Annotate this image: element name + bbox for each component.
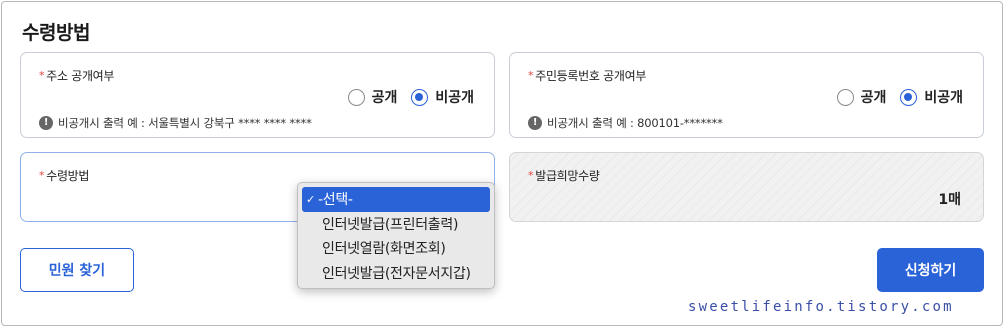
radio-unchecked-icon[interactable] bbox=[347, 88, 365, 106]
address-disclosure-card: * 주소 공개여부 공개 비공개 ! 비공개시 출력 예 : 서울특별시 강북구 … bbox=[20, 52, 495, 138]
apply-button[interactable]: 신청하기 bbox=[877, 248, 984, 292]
watermark-text: sweetlifeinfo.tistory.com bbox=[688, 299, 954, 315]
resident-disclosure-card: * 주민등록번호 공개여부 공개 비공개 ! 비공개시 출력 예 : 800101… bbox=[509, 52, 984, 138]
dropdown-option-internet-view[interactable]: 인터넷열람(화면조회) bbox=[302, 236, 490, 261]
address-private-radio[interactable]: 비공개 bbox=[411, 87, 474, 107]
radio-unchecked-icon[interactable] bbox=[836, 88, 854, 106]
quantity-label: * 발급희망수량 bbox=[528, 169, 600, 183]
info-icon: ! bbox=[528, 116, 542, 130]
address-public-radio[interactable]: 공개 bbox=[347, 87, 397, 107]
section-title: 수령방법 bbox=[22, 22, 90, 44]
resident-radio-group: 공개 비공개 bbox=[836, 87, 963, 107]
info-icon: ! bbox=[39, 116, 53, 130]
address-radio-group: 공개 비공개 bbox=[347, 87, 474, 107]
address-disclosure-label: * 주소 공개여부 bbox=[39, 69, 115, 83]
resident-public-radio[interactable]: 공개 bbox=[836, 87, 886, 107]
quantity-value: 1매 bbox=[938, 192, 961, 208]
radio-checked-icon[interactable] bbox=[411, 88, 429, 106]
dropdown-option-select[interactable]: ✓ -선택- bbox=[302, 187, 490, 212]
resident-notice: ! 비공개시 출력 예 : 800101-******* bbox=[528, 115, 723, 131]
required-mark: * bbox=[39, 169, 45, 182]
find-civil-service-button[interactable]: 민원 찾기 bbox=[20, 248, 134, 292]
required-mark: * bbox=[528, 169, 534, 182]
required-mark: * bbox=[528, 69, 534, 82]
required-mark: * bbox=[39, 69, 45, 82]
resident-disclosure-label: * 주민등록번호 공개여부 bbox=[528, 69, 647, 83]
dropdown-option-internet-wallet[interactable]: 인터넷발급(전자문서지갑) bbox=[302, 261, 490, 286]
resident-private-radio[interactable]: 비공개 bbox=[900, 87, 963, 107]
address-notice: ! 비공개시 출력 예 : 서울특별시 강북구 **** **** **** bbox=[39, 115, 312, 131]
check-icon: ✓ bbox=[306, 192, 315, 206]
receipt-method-dropdown: ✓ -선택- 인터넷발급(프린터출력) 인터넷열람(화면조회) 인터넷발급(전자… bbox=[297, 182, 495, 289]
receipt-method-label: * 수령방법 bbox=[39, 169, 90, 183]
dropdown-option-internet-print[interactable]: 인터넷발급(프린터출력) bbox=[302, 212, 490, 237]
radio-checked-icon[interactable] bbox=[900, 88, 918, 106]
quantity-card: * 발급희망수량 1매 bbox=[509, 152, 984, 222]
